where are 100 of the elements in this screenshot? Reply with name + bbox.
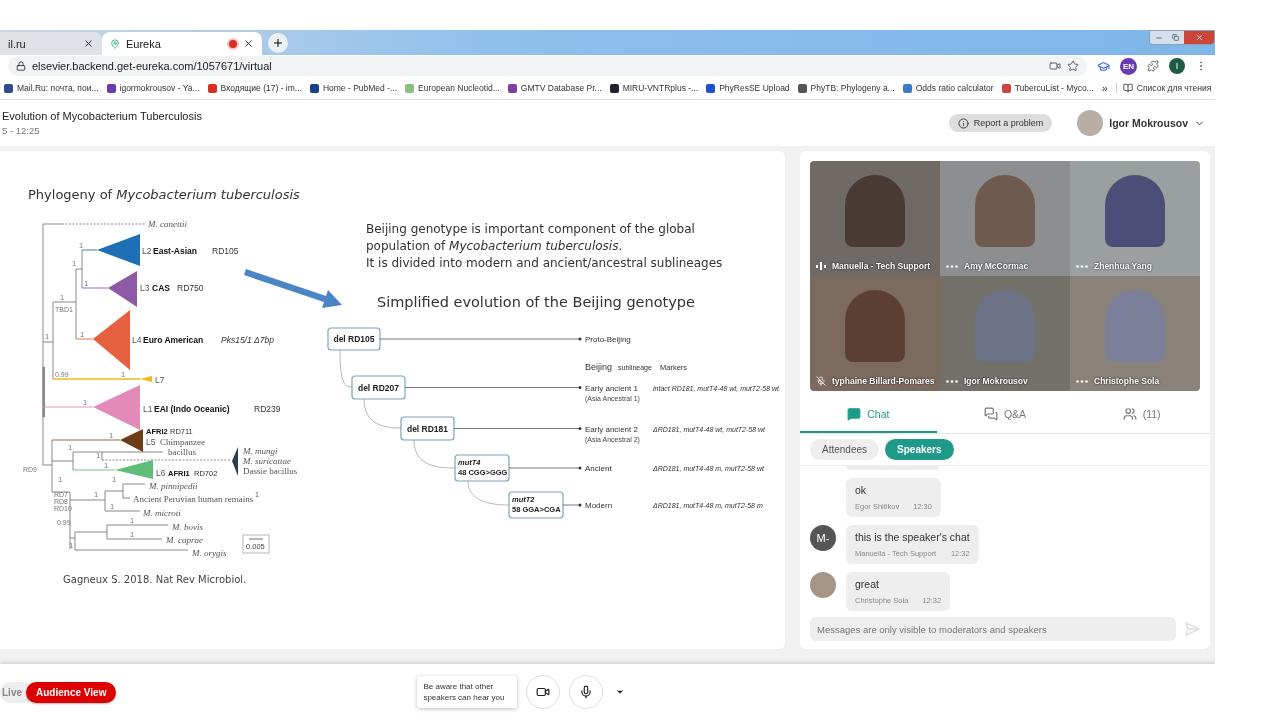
bookmark-link[interactable]: PhyTB: Phylogeny a... [797,83,895,93]
favicon-icon [507,83,517,93]
taxon-label: M. mungi [243,446,278,456]
close-button[interactable] [1184,31,1214,44]
person-silhouette [845,175,905,247]
favicon-icon [902,83,912,93]
panel-tab[interactable]: Q&A [936,397,1074,433]
participant-name: Christophe Sola [1094,376,1160,386]
favicon-icon [309,83,319,93]
close-icon[interactable] [243,38,254,49]
tooltip: Be aware that other speakers can hear you [417,676,518,708]
bookmark-link[interactable]: European Nucleotid... [405,83,500,93]
person-silhouette [845,290,905,362]
camera-button[interactable] [526,675,561,709]
bookmark-link[interactable]: PhyResSE Upload [706,83,790,93]
participant-name: Igor Mokrousov [964,376,1028,386]
favicon-icon [4,83,13,93]
language-badge[interactable]: EN [1120,57,1137,75]
taxon-label: Ancient Peruvian human remains [133,494,254,504]
genotype-node: del RD207 [351,375,406,400]
caret-icon[interactable] [615,687,626,697]
taxon-label: M. canettii [148,219,187,229]
profile-avatar[interactable]: I [1169,58,1185,74]
restore-icon [1172,34,1179,41]
new-tab-button[interactable] [268,33,288,53]
view-mode-button[interactable]: Audience View [26,681,117,703]
person-silhouette [975,175,1035,247]
user-avatar: M- [810,525,836,551]
browser-tab[interactable]: il.ru [0,32,102,55]
participant-name: Zhenhua Yang [1094,261,1152,271]
speech-bubbles-icon [983,407,998,421]
favicon-icon [207,83,217,93]
favicon-icon [106,83,116,93]
favicon-icon [1001,83,1011,93]
taxon-label: M. caprae [166,535,203,545]
taxon-label: East-Asian [153,246,197,256]
taxon-label: RD239 [254,404,281,414]
citation: Gagneux S. 2018. Nat Rev Microbiol. [63,574,248,585]
session-time: 5 - 12:25 [2,125,41,136]
panel-tab[interactable]: (11) [1073,397,1210,433]
person-silhouette [1105,290,1165,362]
user-menu[interactable]: Igor Mokrousov [1077,110,1205,136]
bookmark-link[interactable]: Odds ratio calculator [902,83,994,93]
star-icon[interactable] [1067,60,1079,72]
connector-line [467,480,510,506]
browser-tab[interactable]: Eureka [102,32,262,55]
connector-line [363,398,402,429]
connector-line [413,439,456,469]
bookmark-link[interactable]: Mail.Ru: почта, пои... [4,83,99,93]
taxon-label: L4 [132,335,142,345]
address-bar[interactable]: elsevier.backend.get-eureka.com/1057671/virtual [8,56,1087,76]
bookmark-link[interactable]: igormokrousov - Ya... [106,83,200,93]
favicon-icon [609,83,619,93]
taxon-label: M. pinnipedii [149,481,198,491]
camera-icon[interactable] [1049,60,1061,72]
bookmark-link[interactable]: Входящие (17) - im... [207,83,302,93]
favicon-icon [706,83,716,93]
taxon-label: CAS [152,283,170,293]
bookmark-link[interactable]: Home - PubMed -... [309,83,398,93]
taxon-label: Pks15/1 Δ7bp [221,335,274,345]
diagram-title: Simplified evolution of the Beijing genotype [377,294,696,310]
favicon-icon [405,83,415,93]
bookmark-link[interactable]: GMTV Database Pr... [507,83,602,93]
taxon-label: M. microti [143,508,181,518]
bookmark-link[interactable]: TubercuList - Myco... [1001,83,1094,93]
taxon-label: L7 [155,375,165,385]
close-icon[interactable] [83,38,94,49]
microphone-button[interactable] [569,675,604,709]
report-button[interactable]: Report a problem [948,114,1053,132]
taxon-label: Dassie bacillus [243,466,298,476]
session-title: Evolution of Mycobacterium Tuberculosis [2,110,202,122]
participant-name: Amy McCormac [964,261,1029,271]
maximize-button[interactable] [1167,31,1184,44]
taxon-label: bacillus [168,447,196,457]
participant-name: Manuella - Tech Support [832,261,931,271]
column-label: Beijing [585,362,613,372]
extensions-icon[interactable] [1147,60,1159,72]
sublineage-label: Early ancient 1 [585,383,638,393]
message-input[interactable]: Messages are only visible to moderators and speakers [810,617,1176,641]
graduation-cap-icon[interactable] [1097,59,1110,73]
camera-icon [536,685,551,699]
message-text: ok [855,484,868,496]
taxon-label: EAI (Indo Oceanic) [154,404,230,414]
person-silhouette [975,290,1035,362]
taxon-label: Euro American [143,335,204,345]
filter-pill[interactable]: Attendees [810,439,880,460]
taxon-label: L2 [142,246,152,256]
more-bookmarks[interactable]: » [1101,82,1108,94]
sublineage-label: Early ancient 2 [585,424,638,434]
sublineage-label: Modern [585,501,613,510]
taxon-label: M. suricattae [243,456,291,466]
bookmark-link[interactable]: MIRU-VNTRplus -... [609,83,699,93]
taxon-label: L6 [156,468,166,478]
branch-arrow [562,503,582,507]
taxon-label: L5 [146,437,156,447]
close-icon [1194,33,1204,42]
taxon-label: Chimpanzee [160,437,205,447]
favicon-icon [797,83,807,93]
reading-list-link[interactable]: Список для чтения [1115,83,1212,93]
panel-tab[interactable]: Chat [800,397,937,433]
